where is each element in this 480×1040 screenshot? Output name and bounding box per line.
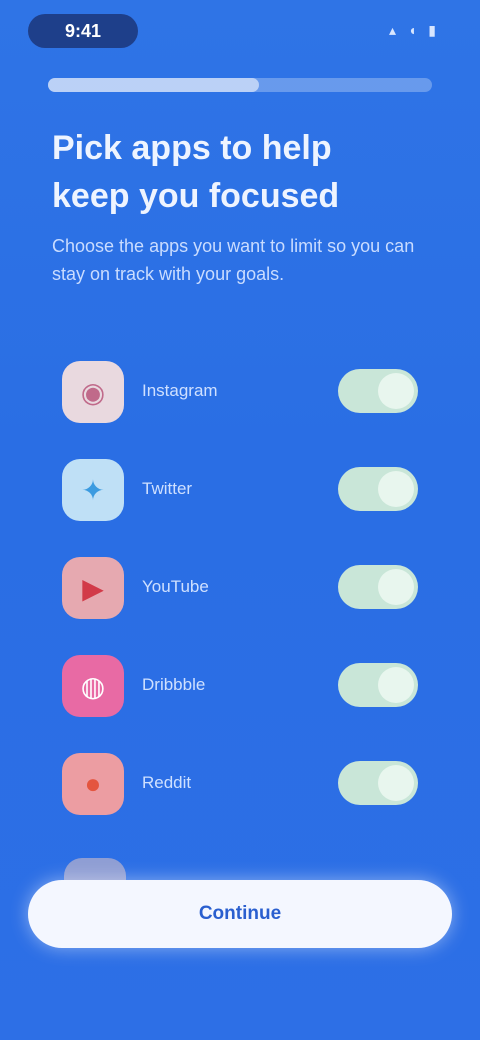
- app-toggle[interactable]: [338, 761, 418, 805]
- app-name: Reddit: [142, 773, 192, 792]
- app-name: YouTube: [142, 577, 209, 596]
- alien-icon: ●: [62, 753, 124, 815]
- page-subtitle: Choose the apps you want to limit so you…: [52, 236, 415, 284]
- app-row[interactable]: ● Reddit: [58, 747, 428, 845]
- bird-icon: ✦: [62, 459, 124, 521]
- status-bar: 9:41 ▴ ◖ ▮: [0, 0, 480, 64]
- app-name: Instagram: [142, 381, 218, 400]
- app-toggle[interactable]: [338, 467, 418, 511]
- status-icons: ▴ ◖ ▮: [389, 22, 440, 38]
- continue-button-label: Continue: [198, 903, 282, 924]
- app-name: Twitter: [142, 479, 193, 498]
- continue-button[interactable]: Continue: [28, 880, 452, 948]
- progress-fill: [48, 78, 260, 92]
- onboarding-progress-bar: [48, 78, 432, 92]
- app-toggle[interactable]: [338, 369, 418, 413]
- app-row[interactable]: ◉ Instagram: [58, 355, 428, 453]
- partial-app-icon: [64, 858, 126, 882]
- app-list: ◉ Instagram ✦ Twitter ▶ YouTube ◍ Dribbble ● Redd…: [58, 355, 428, 845]
- toggle-knob: [378, 765, 414, 801]
- play-icon: ▶: [62, 557, 124, 619]
- status-time: 9:41: [28, 14, 138, 48]
- camera-icon: ◉: [62, 361, 124, 423]
- page-title: Pick apps to help keep you focused: [52, 129, 340, 215]
- toggle-knob: [378, 373, 414, 409]
- toggle-knob: [378, 471, 414, 507]
- app-row[interactable]: ▶ YouTube: [58, 551, 428, 649]
- ball-icon: ◍: [62, 655, 124, 717]
- toggle-knob: [378, 667, 414, 703]
- app-row[interactable]: ◍ Dribbble: [58, 649, 428, 747]
- app-toggle[interactable]: [338, 663, 418, 707]
- app-row[interactable]: ✦ Twitter: [58, 453, 428, 551]
- toggle-knob: [378, 569, 414, 605]
- app-name: Dribbble: [142, 675, 206, 694]
- app-toggle[interactable]: [338, 565, 418, 609]
